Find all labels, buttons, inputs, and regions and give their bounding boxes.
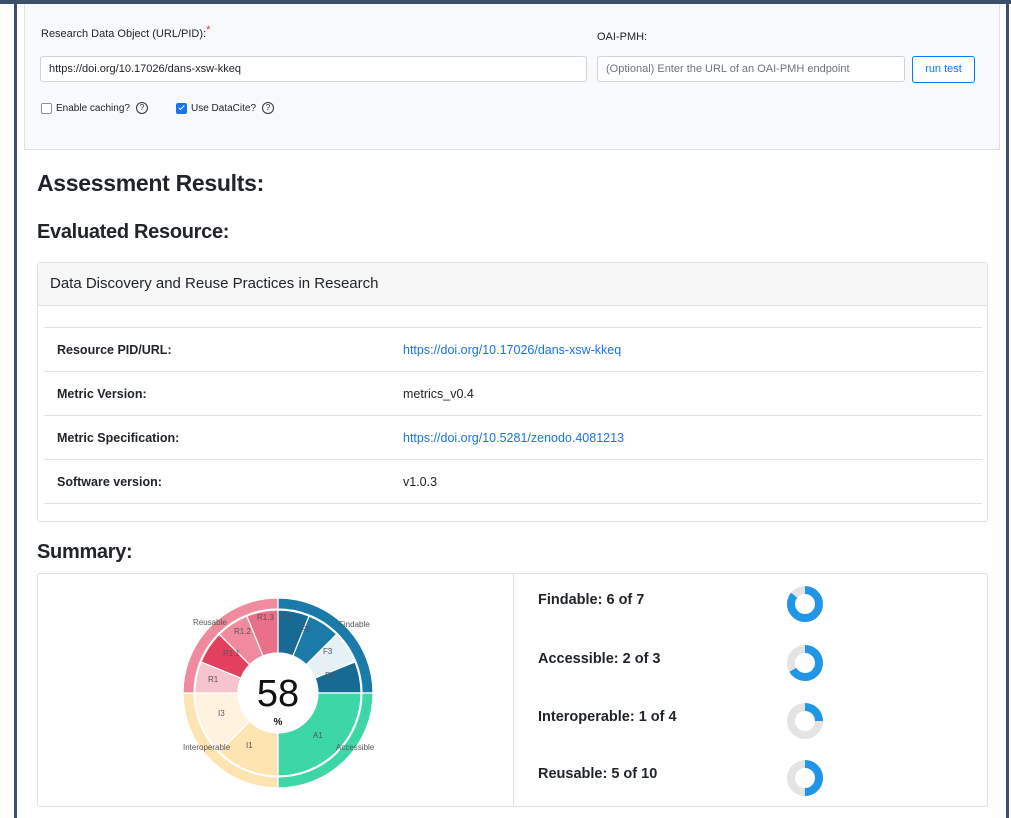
r1-2-label: R1.2 — [234, 627, 251, 636]
table-row: Metric Specification: https://doi.org/10… — [44, 415, 982, 460]
rdo-label-text: Research Data Object (URL/PID): — [41, 28, 207, 40]
help-icon[interactable]: ? — [262, 102, 275, 114]
window-frame-right — [1006, 0, 1009, 818]
row-key: Resource PID/URL: — [44, 327, 390, 372]
f4-label: F4 — [325, 671, 335, 680]
required-mark: * — [206, 24, 211, 36]
reusable-donut — [787, 760, 823, 796]
r1-3-label: R1.3 — [257, 613, 274, 622]
oai-label: OAI-PMH: — [597, 31, 648, 43]
f3-label: F3 — [323, 647, 333, 656]
f2-label: F2 — [301, 625, 311, 634]
score-unit: % — [274, 717, 283, 728]
f1-label: F1 — [281, 613, 291, 622]
table-row: Metric Version: metrics_v0.4 — [44, 371, 982, 416]
help-icon[interactable]: ? — [135, 102, 148, 114]
row-value: v1.0.3 — [390, 459, 982, 504]
findable-score: Findable: 6 of 7 — [538, 592, 645, 608]
reusable-score: Reusable: 5 of 10 — [538, 766, 658, 782]
rdo-label: Research Data Object (URL/PID):* — [41, 24, 210, 40]
interoperable-score: Interoperable: 1 of 4 — [538, 709, 677, 725]
accessible-donut — [787, 645, 823, 681]
interoperable-ring-label: Interoperable — [183, 743, 231, 752]
resource-pid-link[interactable]: https://doi.org/10.17026/dans-xsw-kkeq — [390, 327, 982, 372]
window-frame-left — [14, 0, 17, 818]
rdo-input[interactable] — [40, 56, 587, 82]
fair-sunburst-chart: 58 % Reusable Findable Accessible Intero… — [182, 597, 375, 789]
score-value: 58 — [257, 673, 299, 715]
findable-donut — [787, 586, 823, 622]
row-key: Software version: — [44, 459, 390, 504]
summary-divider — [513, 574, 514, 806]
findable-ring-label: Findable — [339, 620, 370, 629]
metric-spec-link[interactable]: https://doi.org/10.5281/zenodo.4081213 — [390, 415, 982, 460]
accessible-score: Accessible: 2 of 3 — [538, 651, 661, 667]
summary-heading: Summary: — [37, 541, 133, 563]
i3-label: I3 — [218, 709, 225, 718]
accessible-ring-label: Accessible — [336, 743, 375, 752]
r1-label: R1 — [208, 675, 219, 684]
summary-card: 58 % Reusable Findable Accessible Intero… — [37, 573, 988, 807]
row-key: Metric Specification: — [44, 415, 390, 460]
interoperable-donut — [787, 703, 823, 739]
caching-label: Enable caching? — [56, 102, 130, 114]
resource-details-table: Resource PID/URL: https://doi.org/10.170… — [44, 327, 982, 504]
a1-label: A1 — [313, 731, 323, 740]
row-key: Metric Version: — [44, 371, 390, 416]
reusable-ring-label: Reusable — [193, 618, 227, 627]
datacite-label: Use DataCite? — [191, 102, 257, 114]
datacite-checkbox[interactable] — [176, 102, 187, 114]
datacite-option: Use DataCite? ? — [176, 102, 275, 114]
oai-input[interactable]: (Optional) Enter the URL of an OAI-PMH e… — [597, 56, 905, 82]
table-row: Software version: v1.0.3 — [44, 459, 982, 504]
r1-1-label: R1.1 — [223, 649, 240, 658]
caching-option: Enable caching? ? — [41, 102, 148, 114]
row-value: metrics_v0.4 — [390, 371, 982, 416]
caching-checkbox[interactable] — [41, 102, 52, 114]
evaluated-resource-heading: Evaluated Resource: — [37, 221, 230, 243]
i1-label: I1 — [246, 741, 253, 750]
page-title: Assessment Results: — [37, 170, 264, 196]
resource-title: Data Discovery and Reuse Practices in Re… — [38, 263, 987, 306]
table-row: Resource PID/URL: https://doi.org/10.170… — [44, 327, 982, 372]
evaluated-resource-card: Data Discovery and Reuse Practices in Re… — [37, 262, 988, 522]
assessment-form-panel: Research Data Object (URL/PID):* OAI-PMH… — [24, 4, 1000, 150]
run-test-button[interactable]: run test — [912, 56, 975, 83]
